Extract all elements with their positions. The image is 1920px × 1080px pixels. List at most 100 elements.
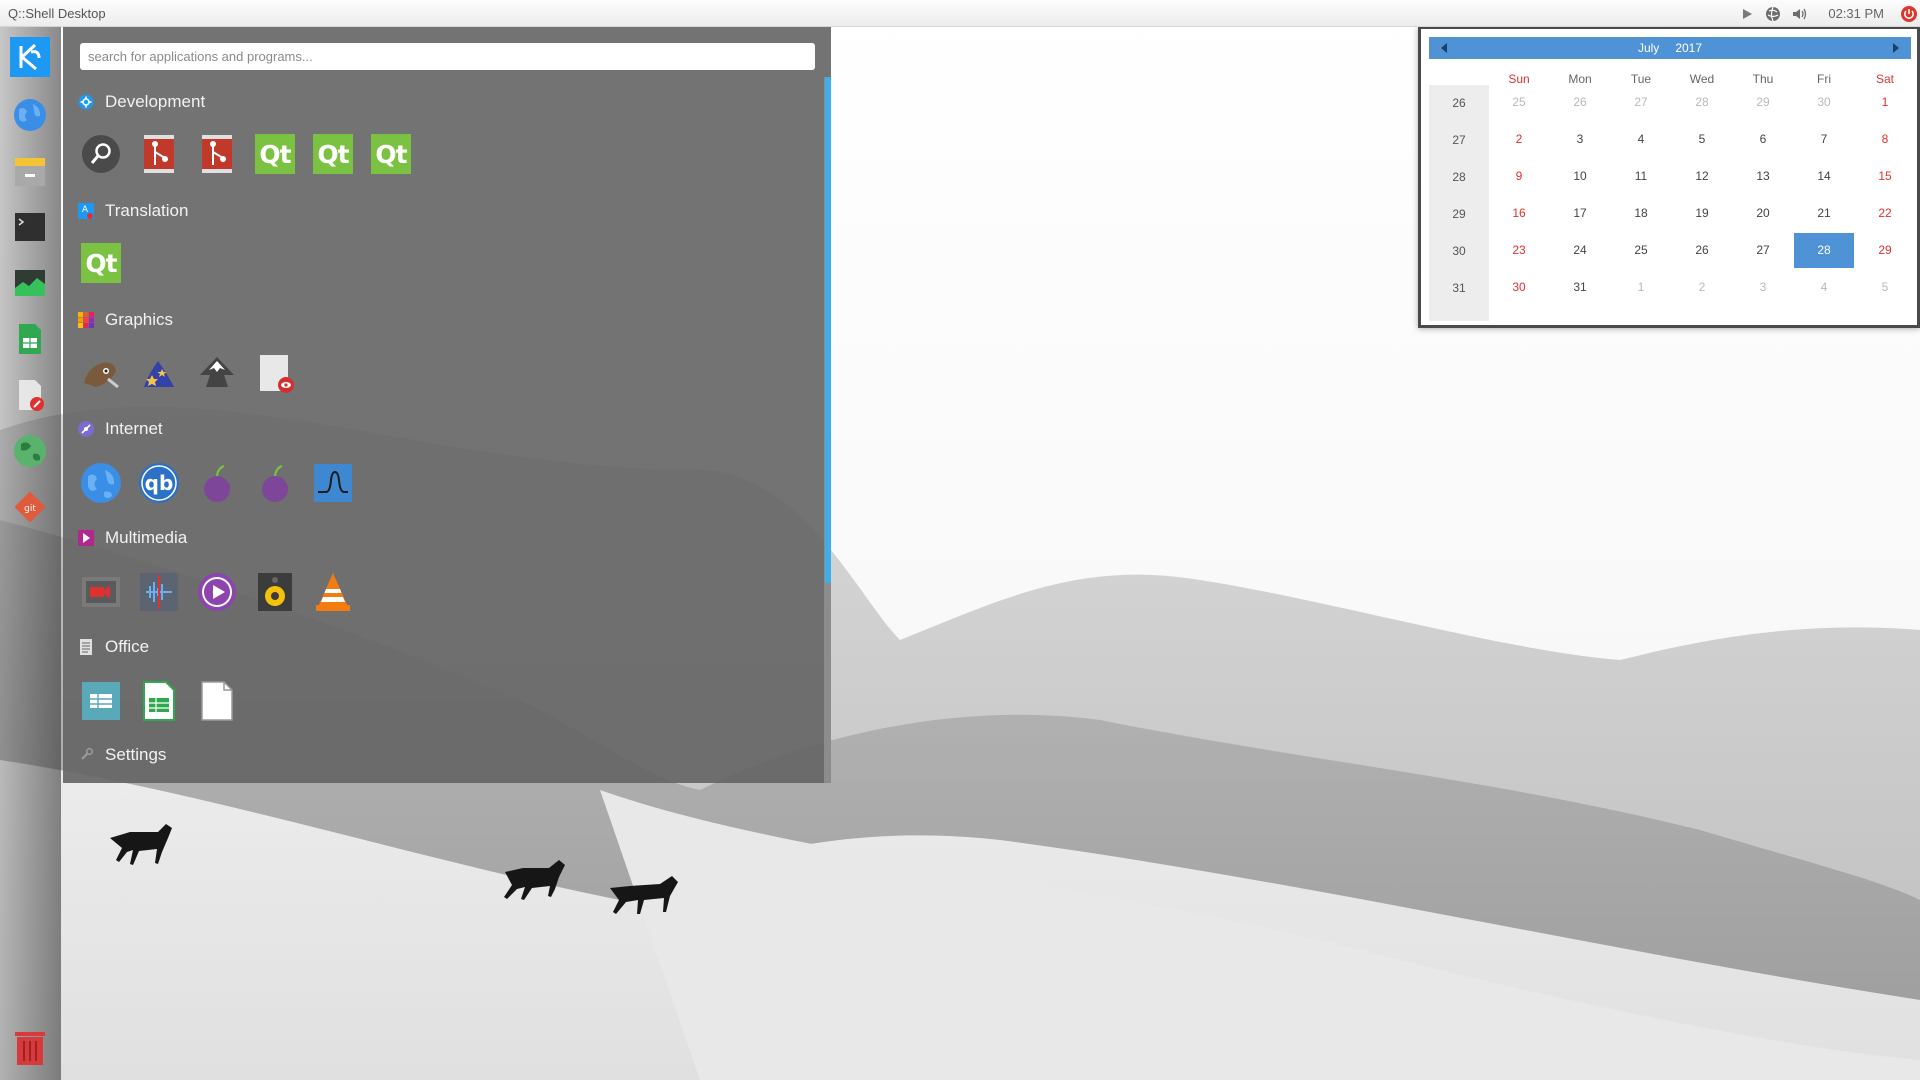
- kolourpaint-icon[interactable]: [137, 352, 181, 396]
- year-selector[interactable]: 2017: [1675, 41, 1702, 55]
- kde-launcher-icon[interactable]: [10, 37, 50, 77]
- calendar-day[interactable]: 11: [1611, 159, 1671, 194]
- git-gui-icon[interactable]: [137, 132, 181, 176]
- calendar-day[interactable]: 25: [1611, 233, 1671, 268]
- calendar-day[interactable]: 12: [1672, 159, 1732, 194]
- calendar-day[interactable]: 14: [1794, 159, 1854, 194]
- menu-scrollbar-thumb[interactable]: [825, 77, 831, 583]
- qt-linguist-icon[interactable]: Qt: [79, 241, 123, 285]
- calendar-day[interactable]: 30: [1489, 270, 1549, 305]
- network-map-icon[interactable]: [10, 431, 50, 471]
- calendar-day[interactable]: 15: [1855, 159, 1915, 194]
- weekday-header: Mon: [1568, 72, 1592, 86]
- web-browser-icon[interactable]: [10, 95, 50, 135]
- media-player-icon[interactable]: [195, 570, 239, 614]
- web-browser-icon[interactable]: [79, 461, 123, 505]
- category-office[interactable]: Office: [77, 637, 149, 657]
- qt-assistant-icon[interactable]: Qt: [311, 132, 355, 176]
- calendar-day[interactable]: 26: [1550, 85, 1610, 120]
- category-label: Multimedia: [105, 528, 188, 547]
- calendar-day[interactable]: 27: [1611, 85, 1671, 120]
- category-translation[interactable]: A Translation: [77, 201, 188, 221]
- calendar-day[interactable]: 23: [1489, 233, 1549, 268]
- calendar-day[interactable]: 19: [1672, 196, 1732, 231]
- spreadsheet-icon[interactable]: [10, 319, 50, 359]
- category-graphics[interactable]: Graphics: [77, 310, 173, 330]
- category-multimedia[interactable]: Multimedia: [77, 528, 187, 548]
- calendar-day-selected[interactable]: 28: [1794, 233, 1854, 268]
- calendar-day[interactable]: 4: [1794, 270, 1854, 305]
- category-development[interactable]: Development: [77, 92, 205, 112]
- power-icon[interactable]: [1898, 3, 1920, 25]
- calendar-day[interactable]: 17: [1550, 196, 1610, 231]
- file-archiver-icon[interactable]: [10, 151, 50, 191]
- calendar-day[interactable]: 13: [1733, 159, 1793, 194]
- inkscape-icon[interactable]: [195, 352, 239, 396]
- calendar-day[interactable]: 3: [1733, 270, 1793, 305]
- network-globe-icon[interactable]: [1762, 3, 1784, 25]
- calendar-day[interactable]: 29: [1733, 85, 1793, 120]
- calendar-day[interactable]: 28: [1672, 85, 1732, 120]
- play-icon[interactable]: [1736, 3, 1758, 25]
- volume-icon[interactable]: [1788, 3, 1810, 25]
- terminal-icon[interactable]: [10, 207, 50, 247]
- calendar-day[interactable]: 7: [1794, 122, 1854, 157]
- calendar-day[interactable]: 6: [1733, 122, 1793, 157]
- calendar-day[interactable]: 25: [1489, 85, 1549, 120]
- month-selector[interactable]: July: [1638, 41, 1659, 55]
- qbittorrent-icon[interactable]: qb: [137, 461, 181, 505]
- tor-browser-icon[interactable]: [195, 461, 239, 505]
- next-month-button[interactable]: [1885, 37, 1907, 59]
- weekday-header: Wed: [1689, 72, 1715, 86]
- git-cola-icon[interactable]: [195, 132, 239, 176]
- calendar-day[interactable]: 5: [1855, 270, 1915, 305]
- calendar-day[interactable]: 1: [1855, 85, 1915, 120]
- calendar-day[interactable]: 30: [1794, 85, 1854, 120]
- category-internet[interactable]: Internet: [77, 419, 163, 439]
- svg-text:git: git: [24, 504, 36, 514]
- calendar-day[interactable]: 2: [1489, 122, 1549, 157]
- calendar-day[interactable]: 16: [1489, 196, 1549, 231]
- calc-green-icon[interactable]: [137, 679, 181, 723]
- clock[interactable]: 02:31 PM: [1828, 6, 1884, 21]
- window-title: Q::Shell Desktop: [8, 6, 106, 21]
- gimp-icon[interactable]: [79, 352, 123, 396]
- calendar-day[interactable]: 21: [1794, 196, 1854, 231]
- calc-blue-icon[interactable]: [79, 679, 123, 723]
- calendar-day[interactable]: 20: [1733, 196, 1793, 231]
- speaker-icon[interactable]: [253, 570, 297, 614]
- calendar-day[interactable]: 29: [1855, 233, 1915, 268]
- calendar-day[interactable]: 8: [1855, 122, 1915, 157]
- calendar-day[interactable]: 2: [1672, 270, 1732, 305]
- system-monitor-icon[interactable]: [10, 263, 50, 303]
- qt-designer-icon[interactable]: Qt: [253, 132, 297, 176]
- qt-creator-icon[interactable]: Qt: [369, 132, 413, 176]
- calendar-day[interactable]: 24: [1550, 233, 1610, 268]
- wireshark-icon[interactable]: [311, 461, 355, 505]
- audio-editor-icon[interactable]: [137, 570, 181, 614]
- git-icon[interactable]: git: [10, 487, 50, 527]
- category-settings[interactable]: Settings: [77, 745, 166, 765]
- document-editor-icon[interactable]: [10, 375, 50, 415]
- calendar-day[interactable]: 31: [1550, 270, 1610, 305]
- search-tool-icon[interactable]: [79, 132, 123, 176]
- calendar-day[interactable]: 1: [1611, 270, 1671, 305]
- trash-icon[interactable]: [10, 1027, 50, 1067]
- writer-document-icon[interactable]: [195, 679, 239, 723]
- calendar-day[interactable]: 3: [1550, 122, 1610, 157]
- video-recorder-icon[interactable]: [79, 570, 123, 614]
- vlc-icon[interactable]: [311, 570, 355, 614]
- calendar-day[interactable]: 18: [1611, 196, 1671, 231]
- calendar-day[interactable]: 26: [1672, 233, 1732, 268]
- calendar-day[interactable]: 9: [1489, 159, 1549, 194]
- weekday-header: Sun: [1508, 72, 1530, 86]
- search-input[interactable]: [80, 43, 815, 70]
- calendar-day[interactable]: 27: [1733, 233, 1793, 268]
- calendar-day[interactable]: 10: [1550, 159, 1610, 194]
- calendar-day[interactable]: 22: [1855, 196, 1915, 231]
- image-viewer-icon[interactable]: [253, 352, 297, 396]
- calendar-day[interactable]: 4: [1611, 122, 1671, 157]
- calendar-day[interactable]: 5: [1672, 122, 1732, 157]
- tor-launcher-icon[interactable]: [253, 461, 297, 505]
- week-number: 31: [1452, 281, 1466, 295]
